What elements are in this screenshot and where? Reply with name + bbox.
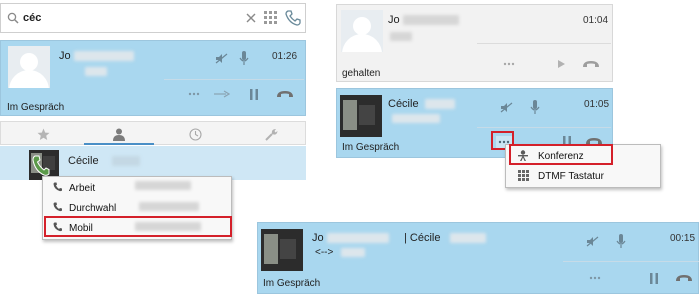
phone-handset-icon [31, 154, 51, 178]
tab-settings[interactable] [263, 126, 279, 142]
microphone-icon[interactable] [615, 233, 627, 249]
menu-item-label: DTMF Tastatur [538, 171, 604, 182]
volume-muted-icon[interactable] [585, 235, 599, 247]
caller-name: Cécile [388, 98, 419, 110]
phone-icon [47, 182, 69, 195]
conference-call-card[interactable]: Jo | Cécile <--> 00:15 Im Gespräch [257, 222, 699, 294]
menu-item-dtmf[interactable]: DTMF Tastatur [506, 167, 660, 186]
contact-row[interactable]: Cécile [0, 146, 306, 180]
call-card-active[interactable]: Jo 01:26 Im Gespräch [0, 40, 306, 116]
tab-contacts[interactable] [111, 126, 127, 142]
more-options-icon[interactable] [502, 59, 516, 69]
conference-arrows: <--> [315, 247, 334, 258]
search-bar [0, 3, 306, 33]
contact-avatar [261, 229, 303, 271]
call-status: Im Gespräch [342, 142, 400, 153]
phone-icon [47, 202, 69, 215]
call-icon[interactable] [284, 9, 302, 27]
search-input[interactable] [23, 9, 203, 27]
caller-name: Jo [312, 232, 324, 244]
hangup-icon[interactable] [581, 58, 601, 70]
clear-icon[interactable] [245, 12, 257, 24]
call-duration: 01:26 [272, 51, 298, 62]
menu-item-label: Durchwahl [69, 203, 117, 214]
call-status: Im Gespräch [263, 278, 321, 289]
more-options-icon[interactable] [588, 273, 602, 283]
microphone-icon[interactable] [529, 99, 541, 115]
pause-icon[interactable] [248, 87, 260, 101]
call-status: Im Gespräch [7, 102, 65, 113]
call-duration: 00:15 [670, 233, 696, 244]
caller-name: Jo [388, 14, 400, 26]
avatar [341, 10, 383, 52]
second-caller-name: | Cécile [404, 232, 441, 244]
call-duration: 01:04 [583, 15, 609, 26]
dialpad-icon [512, 169, 534, 184]
hangup-icon[interactable] [674, 272, 694, 284]
highlight-mobil [44, 216, 232, 237]
transfer-icon[interactable] [213, 89, 231, 99]
tab-history[interactable] [187, 126, 203, 142]
dialpad-icon[interactable] [263, 10, 279, 26]
microphone-icon[interactable] [238, 50, 250, 66]
menu-item-label: Arbeit [69, 183, 96, 194]
tab-favorites[interactable] [35, 126, 51, 142]
volume-muted-icon[interactable] [214, 52, 228, 64]
contact-name: Cécile [68, 155, 99, 167]
volume-muted-icon[interactable] [499, 101, 513, 113]
contact-avatar [340, 95, 382, 137]
call-status: gehalten [342, 68, 381, 79]
caller-name: Jo [59, 50, 71, 62]
highlight-konferenz [509, 144, 613, 165]
contact-tabs [0, 121, 306, 145]
search-icon [6, 11, 20, 25]
call-duration: 01:05 [584, 99, 610, 110]
hangup-icon[interactable] [275, 88, 295, 100]
active-tab-indicator [84, 143, 154, 145]
avatar [8, 46, 50, 88]
resume-icon[interactable] [556, 59, 566, 69]
pause-icon[interactable] [648, 271, 660, 285]
more-options-icon[interactable] [187, 89, 201, 99]
call-card-held[interactable]: Jo 01:04 gehalten [336, 4, 613, 82]
